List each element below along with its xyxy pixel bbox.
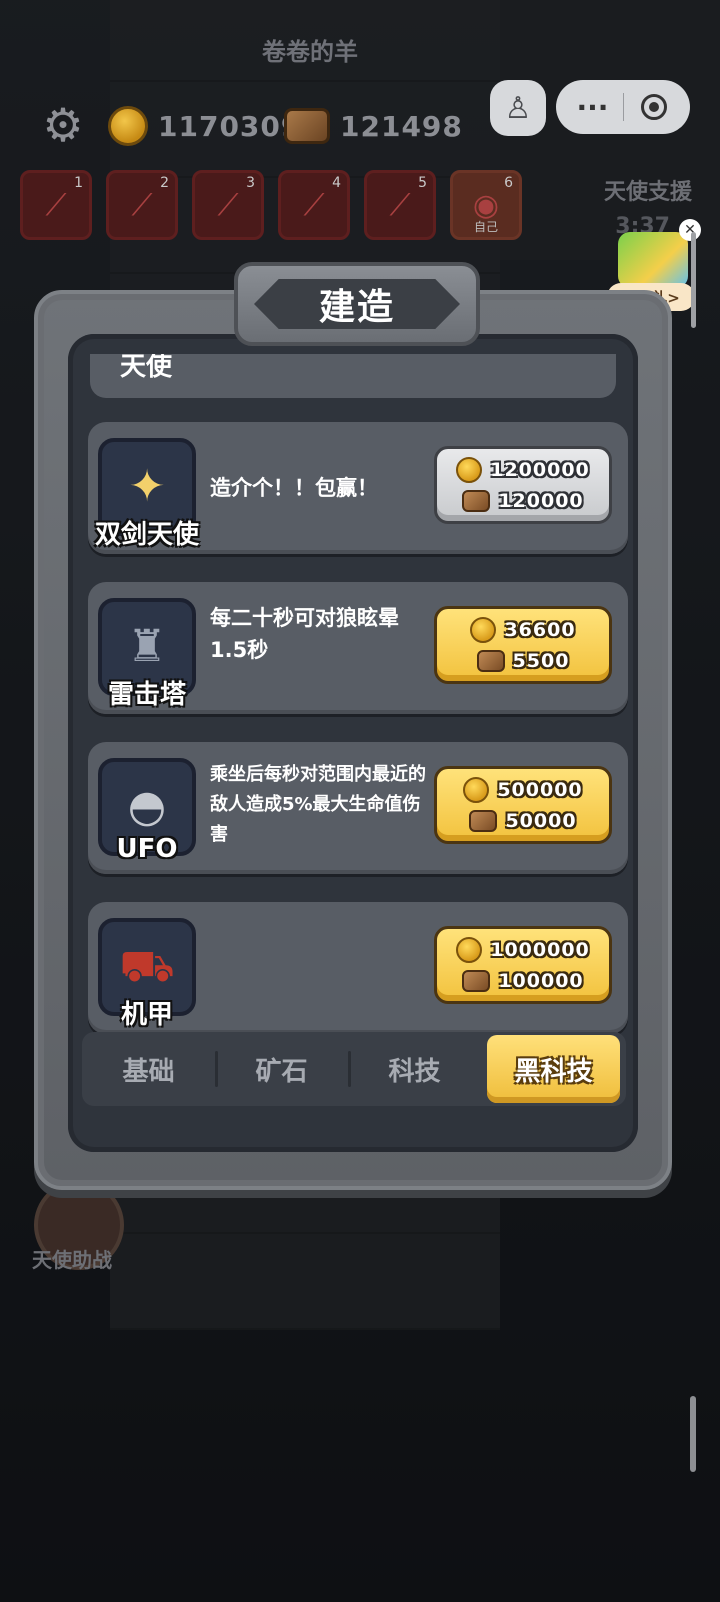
slot-number: 2	[160, 175, 169, 191]
player-slot[interactable]: ⟋ 3	[192, 170, 264, 240]
coin-cost-value: 1000000	[490, 939, 590, 961]
coin-icon	[456, 457, 483, 483]
settings-gear-icon[interactable]: ⚙	[38, 98, 88, 152]
wood-cost-value: 50000	[505, 810, 577, 832]
modal-title-plate: 建造	[234, 262, 480, 346]
category-tabs: 基础 矿石 科技 黑科技	[82, 1032, 626, 1106]
coin-icon	[470, 617, 497, 643]
tab-black-tech[interactable]: 黑科技	[487, 1035, 620, 1103]
coin-icon	[108, 106, 148, 146]
angel-icon: ✦	[128, 461, 166, 512]
scrollbar-lower[interactable]	[690, 1396, 696, 1472]
coin-cost-value: 36600	[504, 619, 576, 641]
claw-icon: ⟋	[45, 187, 67, 223]
wood-cost-value: 5500	[512, 650, 570, 672]
tab-basic[interactable]: 基础	[82, 1037, 215, 1101]
angel-help-button[interactable]: 天使助战	[32, 1180, 134, 1280]
player-slot[interactable]: ⟋ 1	[20, 170, 92, 240]
wood-icon	[462, 970, 491, 992]
claw-icon: ⟋	[131, 187, 153, 223]
item-description: 造介个！！包赢！	[210, 476, 378, 500]
wood-cost: 5500	[437, 646, 609, 676]
coin-cost: 36600	[437, 615, 609, 645]
gift-close-icon[interactable]: ✕	[679, 219, 701, 241]
claw-icon: ⟋	[389, 187, 411, 223]
wood-icon	[284, 108, 330, 144]
wood-cost: 100000	[437, 966, 609, 996]
build-item-mech: ⛟ 机甲 1000000 100000	[88, 902, 628, 1034]
miniprogram-menu-capsule: ···	[556, 80, 690, 134]
coin-cost: 1000000	[437, 935, 609, 965]
coin-cost: 500000	[437, 775, 609, 805]
coin-counter: 1170309	[108, 104, 301, 148]
item-description: 每二十秒可对狼眩晕1.5秒	[210, 606, 399, 662]
angel-help-label: 天使助战	[32, 1248, 112, 1272]
gift-icon[interactable]	[618, 232, 688, 288]
coin-cost-value: 500000	[497, 779, 583, 801]
claw-icon: ⟋	[303, 187, 325, 223]
wood-icon	[469, 810, 498, 832]
wood-cost-value: 100000	[498, 970, 584, 992]
player-slot[interactable]: ⟋ 5	[364, 170, 436, 240]
scrollbar[interactable]	[691, 232, 696, 328]
item-name: 机甲	[120, 1000, 173, 1030]
build-button[interactable]: 500000 50000	[434, 766, 612, 844]
coin-cost-value: 1200000	[490, 459, 590, 481]
close-miniprogram-button[interactable]	[624, 94, 684, 120]
slot-number: 6	[504, 175, 513, 191]
tab-ore[interactable]: 矿石	[215, 1037, 348, 1101]
coin-amount: 1170309	[158, 109, 302, 143]
item-description: 乘坐后每秒对范围内最近的敌人造成5%最大生命值伤害	[210, 764, 426, 845]
slot-number: 5	[418, 175, 427, 191]
ufo-icon: ◓	[127, 781, 167, 832]
wood-amount: 121498	[340, 109, 463, 143]
player-name: 卷卷的羊	[262, 38, 358, 66]
wood-cost-value: 120000	[498, 490, 584, 512]
player-slots: ⟋ 1 ⟋ 2 ⟋ 3 ⟋ 4 ⟋ 5 ◉ 6 自己	[20, 170, 522, 240]
build-item-thunder-tower: ♜ 雷击塔 每二十秒可对狼眩晕1.5秒 36600 5500	[88, 582, 628, 714]
build-button[interactable]: 1000000 100000	[434, 926, 612, 1004]
player-slot[interactable]: ⟋ 2	[106, 170, 178, 240]
player-slot-self[interactable]: ◉ 6 自己	[450, 170, 522, 240]
slot-number: 4	[332, 175, 341, 191]
coin-icon	[463, 777, 490, 803]
build-button[interactable]: 1200000 120000	[434, 446, 612, 524]
wood-cost: 120000	[437, 486, 609, 516]
tesla-tower-icon: ♜	[127, 621, 167, 672]
claw-icon: ⟋	[217, 187, 239, 223]
slot-number: 1	[74, 175, 83, 191]
target-icon	[640, 94, 667, 120]
build-list-panel: 天使 ✦ 双剑天使 造介个！！包赢！ 1200000 120000 ♜ 雷击塔 …	[68, 334, 638, 1152]
slot-number: 3	[246, 175, 255, 191]
build-button[interactable]: 36600 5500	[434, 606, 612, 684]
build-item-ufo: ◓ UFO 乘坐后每秒对范围内最近的敌人造成5%最大生命值伤害 500000 5…	[88, 742, 628, 874]
item-name: 天使	[120, 354, 173, 382]
player-slot[interactable]: ⟋ 4	[278, 170, 350, 240]
list-item-partial: 天使	[90, 354, 616, 398]
item-name: 雷击塔	[107, 680, 186, 710]
wood-icon	[476, 650, 505, 672]
tab-tech[interactable]: 科技	[348, 1037, 481, 1101]
build-item-twin-sword-angel: ✦ 双剑天使 造介个！！包赢！ 1200000 120000	[88, 422, 628, 554]
wood-icon	[462, 490, 491, 512]
wood-counter: 121498	[284, 104, 463, 148]
mech-icon: ⛟	[119, 941, 175, 992]
slot-label: 自己	[473, 220, 498, 234]
coin-icon	[456, 937, 483, 963]
item-name: 双剑天使	[94, 520, 199, 550]
angel-support-label: 天使支援	[603, 180, 692, 205]
more-options-button[interactable]: ···	[563, 91, 623, 124]
build-modal: 天使 ✦ 双剑天使 造介个！！包赢！ 1200000 120000 ♜ 雷击塔 …	[34, 262, 672, 1190]
item-name: UFO	[116, 834, 178, 864]
coin-cost: 1200000	[437, 455, 609, 485]
joystick-icon[interactable]: ♙	[490, 80, 546, 136]
wood-cost: 50000	[437, 806, 609, 836]
modal-title: 建造	[254, 279, 460, 329]
